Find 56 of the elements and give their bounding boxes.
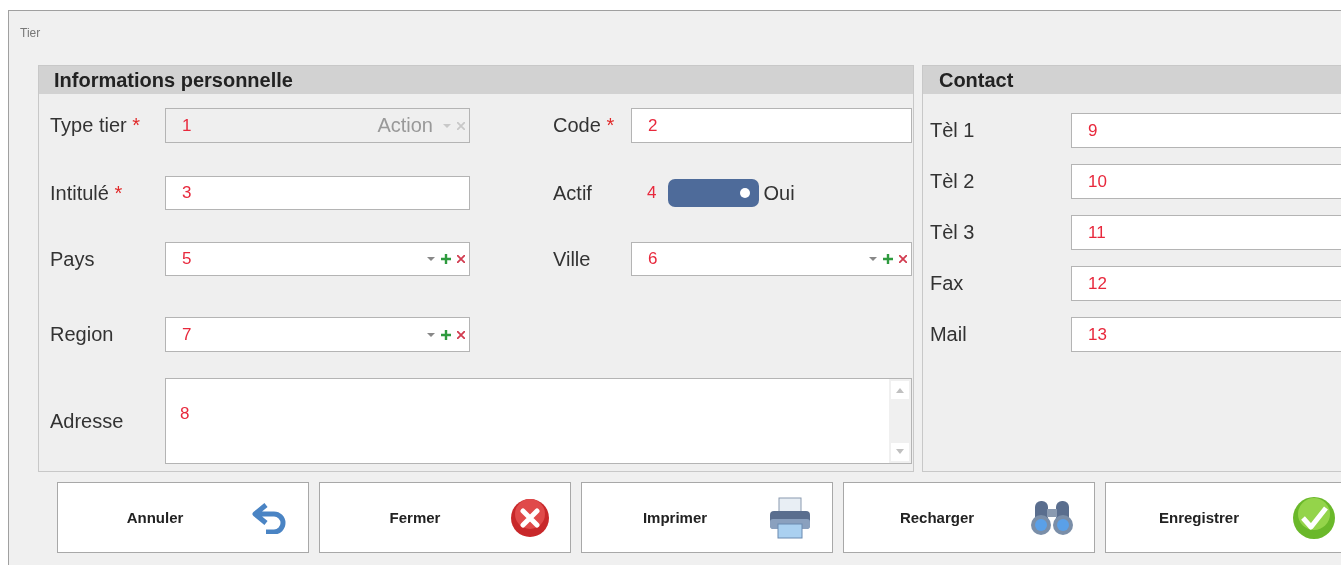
input-field[interactable]: 10 — [1070, 164, 1341, 199]
save-button[interactable]: Enregistrer — [1105, 482, 1341, 553]
field-label: Pays — [50, 247, 96, 271]
field-label: Mail — [929, 323, 968, 346]
clear-icon[interactable] — [457, 330, 465, 339]
close-button[interactable]: Fermer — [319, 482, 571, 553]
field-label: Adresse — [50, 409, 125, 433]
printer-icon — [768, 496, 812, 539]
field-value: 4 — [647, 183, 657, 203]
field-value: 5 — [182, 249, 192, 269]
input-field[interactable]: 3 — [165, 176, 470, 210]
input-field[interactable]: 13 — [1070, 317, 1341, 352]
window-title: Tier — [20, 26, 41, 40]
panel-title: Informations personnelle — [54, 68, 293, 92]
field-label: Region — [50, 323, 115, 346]
combo-box[interactable]: 7 — [165, 317, 470, 352]
binoculars-icon — [1030, 498, 1074, 537]
field-label: Intitulé * — [50, 181, 124, 205]
input-field[interactable]: 12 — [1070, 266, 1341, 301]
field-label: Tèl 2 — [929, 170, 976, 193]
field-label: Code * — [552, 114, 616, 137]
field-value: 8 — [180, 404, 190, 424]
undo-arrow-icon — [252, 501, 288, 534]
plus-icon[interactable] — [441, 329, 451, 340]
dropdown-icon[interactable] — [427, 332, 435, 337]
checkmark-icon — [1292, 495, 1336, 540]
textarea-field[interactable]: 8 — [165, 378, 912, 464]
field-label: Tèl 3 — [929, 221, 976, 244]
panel-title: Contact — [938, 68, 1014, 92]
combo-box[interactable]: 5 — [165, 242, 470, 276]
dropdown-icon[interactable] — [869, 257, 877, 261]
toggle-switch[interactable] — [668, 179, 760, 207]
field-label: Tèl 1 — [929, 119, 976, 142]
scrollbar[interactable] — [889, 379, 911, 463]
clear-icon[interactable] — [457, 255, 465, 263]
input-field[interactable]: 11 — [1070, 215, 1341, 250]
field-label: Fax — [929, 272, 965, 295]
field-label: Type tier * — [50, 114, 142, 137]
plus-icon[interactable] — [441, 254, 451, 264]
close-icon — [510, 497, 550, 538]
field-value: 1 — [182, 115, 192, 136]
field-value: 7 — [182, 324, 192, 345]
field-label: Ville — [552, 247, 592, 271]
reload-button[interactable]: Recharger — [843, 482, 1095, 553]
plus-icon[interactable] — [883, 254, 893, 264]
clear-icon[interactable] — [899, 255, 907, 263]
print-button[interactable]: Imprimer — [581, 482, 833, 553]
combo-box[interactable]: 6 — [631, 242, 912, 276]
hint-text: Action — [377, 114, 433, 137]
field-label: Actif — [552, 181, 593, 205]
input-field[interactable]: 2 — [631, 108, 912, 143]
cancel-button[interactable]: Annuler — [57, 482, 309, 553]
dropdown-icon[interactable] — [427, 257, 435, 261]
toggle-caption: Oui — [763, 181, 795, 205]
input-field[interactable]: 9 — [1070, 113, 1341, 148]
field-value: 6 — [648, 249, 658, 269]
